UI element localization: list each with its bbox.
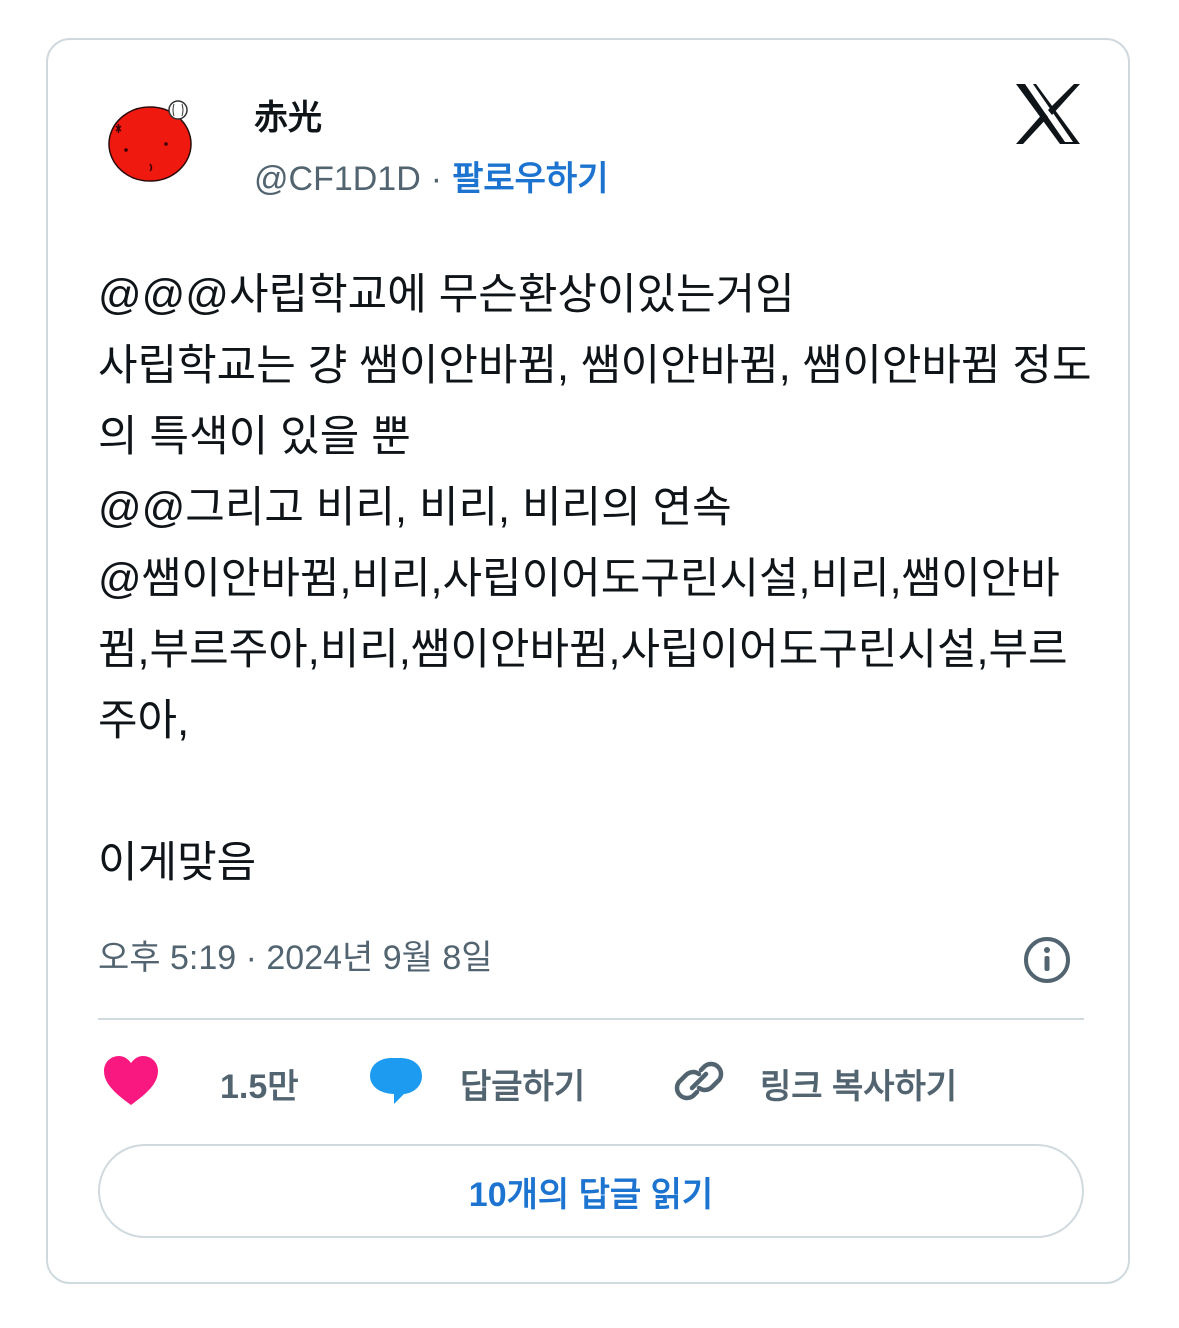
tweet-card: 赤光 @CF1D1D · 팔로우하기 @@@사립학교에 무슨환상이있는거임 사립학교… <box>46 38 1130 1284</box>
follow-button[interactable]: 팔로우하기 <box>452 160 608 198</box>
tweet-text: @@@사립학교에 무슨환상이있는거임 사립학교는 걍 쌤이안바뀜, 쌤이안바뀜,… <box>98 271 1092 887</box>
like-count: 1.5만 <box>220 1067 299 1106</box>
link-icon <box>674 1056 724 1111</box>
heart-icon <box>102 1055 160 1112</box>
copy-link-label: 링크 복사하기 <box>760 1067 958 1106</box>
author-handle[interactable]: @CF1D1D <box>254 160 421 198</box>
like-button[interactable]: 1.5만 <box>102 1055 299 1112</box>
x-logo-icon[interactable] <box>1014 82 1082 146</box>
info-icon[interactable] <box>1022 935 1072 985</box>
author-handle-line: @CF1D1D · 팔로우하기 <box>254 157 609 201</box>
read-replies-button[interactable]: 10개의 답글 읽기 <box>98 1144 1084 1238</box>
handle-separator: · <box>430 160 443 198</box>
copy-link-button[interactable]: 링크 복사하기 <box>674 1056 957 1110</box>
tweet-timestamp[interactable]: 오후 5:19 · 2024년 9월 8일 <box>98 936 493 980</box>
reply-label: 답글하기 <box>460 1067 586 1106</box>
speech-bubble-icon <box>368 1056 424 1111</box>
avatar[interactable] <box>106 96 196 186</box>
author-display-name[interactable]: 赤光 <box>254 96 322 140</box>
divider <box>98 1018 1084 1020</box>
reply-button[interactable]: 답글하기 <box>368 1056 585 1110</box>
